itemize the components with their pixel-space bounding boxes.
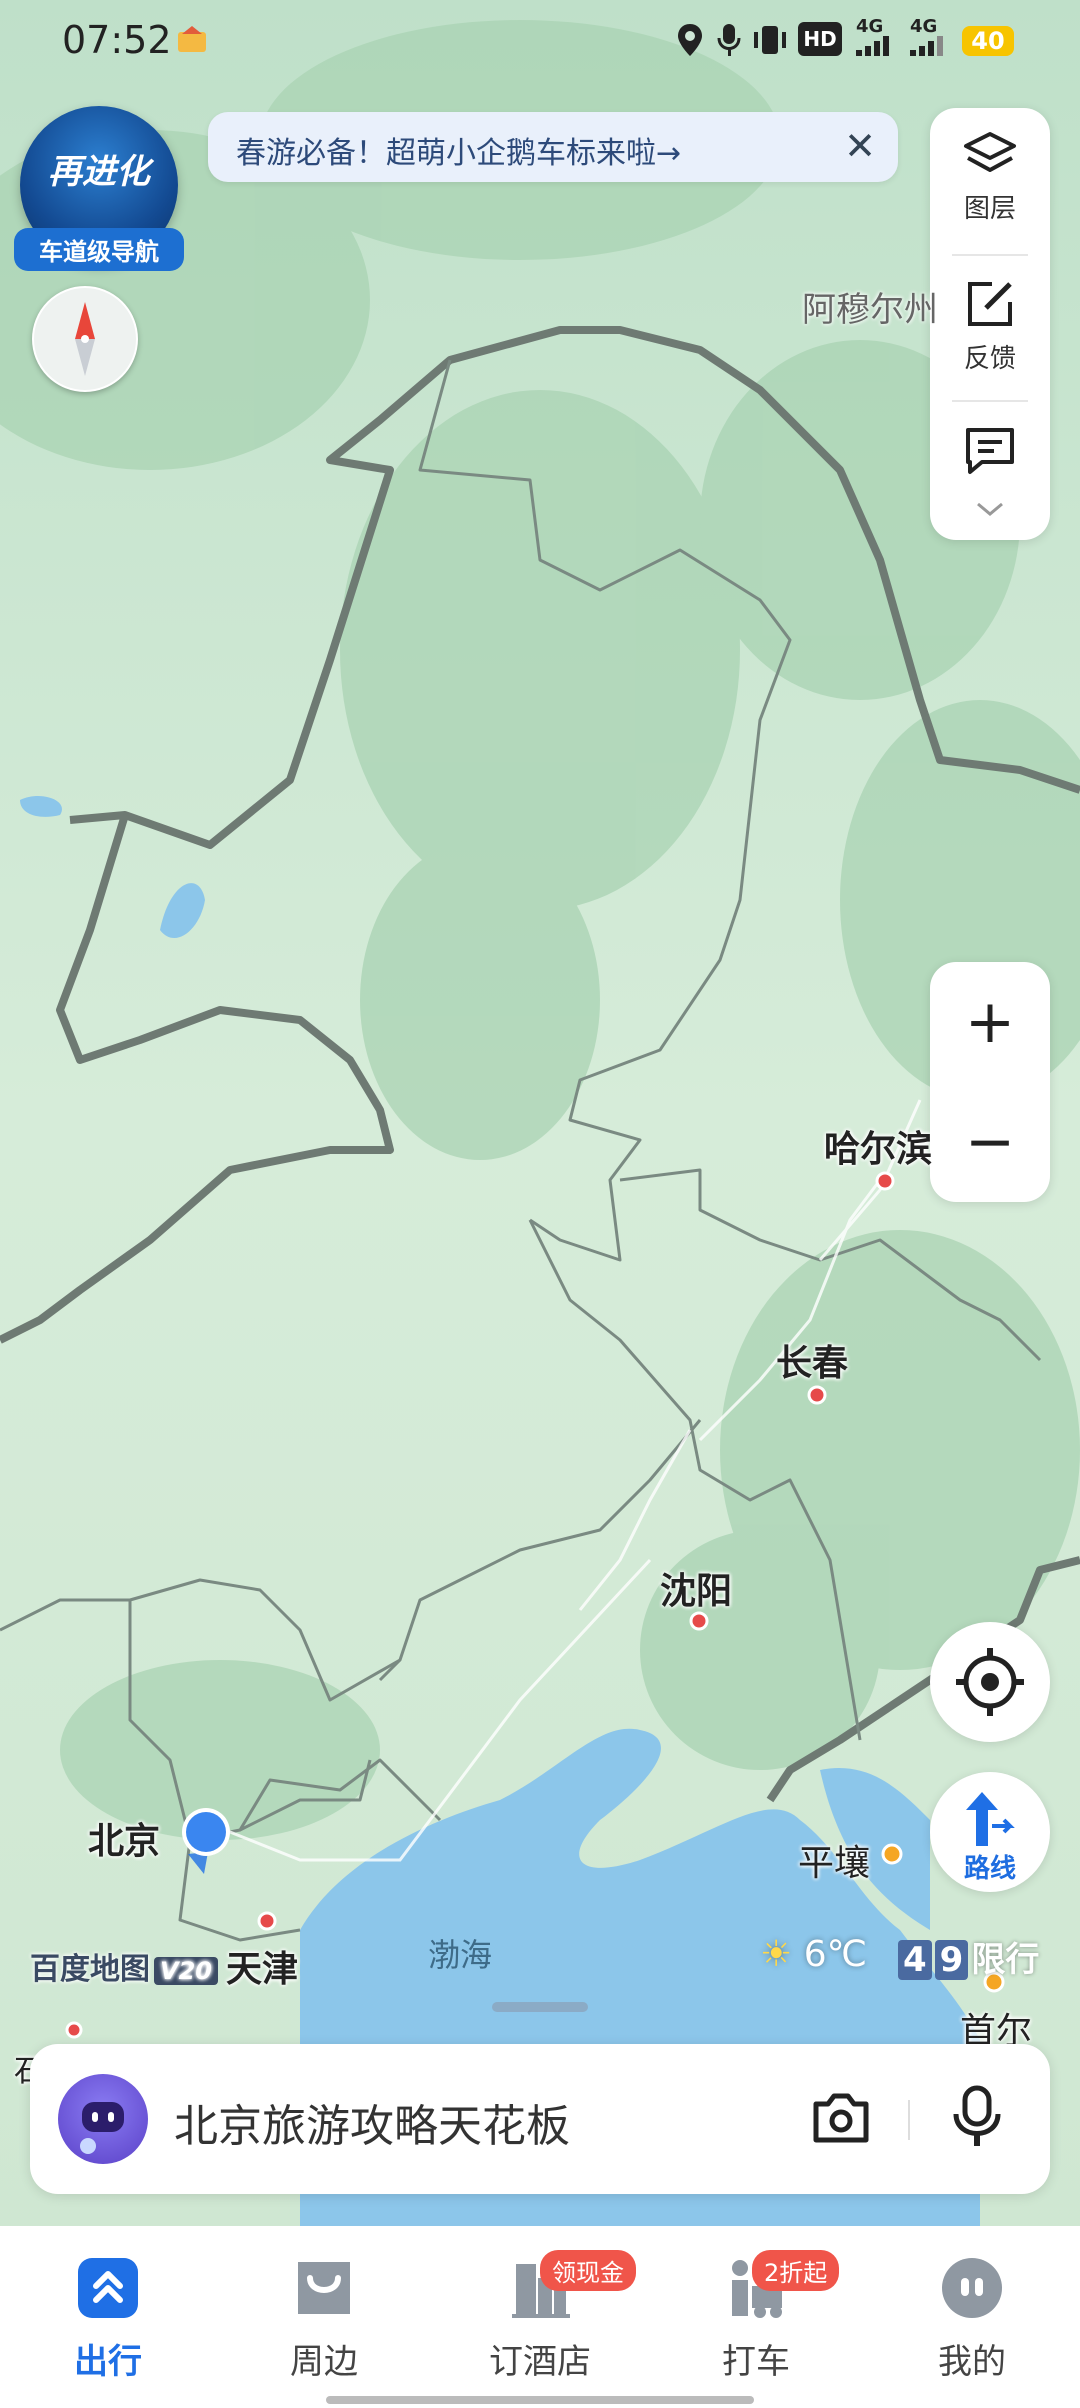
bottom-navigation: 出行 周边 领现金 订酒店 2折起 打车 我的 (0, 2226, 1080, 2408)
region-label-amur: 阿穆尔州 (802, 290, 938, 330)
drag-handle[interactable] (492, 2002, 588, 2012)
feedback-button[interactable]: 反馈 (930, 278, 1050, 375)
city-label-shenyang[interactable]: 沈阳 (660, 1562, 732, 1614)
layers-label: 图层 (963, 194, 1016, 224)
voice-search-icon[interactable] (950, 2084, 1004, 2154)
home-indicator[interactable] (326, 2396, 754, 2404)
city-marker-icon (257, 1911, 277, 1931)
zoom-in-button[interactable]: + (930, 992, 1050, 1052)
city-marker-icon (65, 2021, 83, 2039)
shopping-bag-icon (298, 2262, 350, 2314)
search-input[interactable]: 北京旅游攻略天花板 (174, 2090, 570, 2154)
battery-icon: 40 (962, 26, 1014, 56)
signal-2-icon (910, 34, 950, 60)
mic-status-icon (716, 22, 742, 62)
tab-nearby[interactable]: 周边 (244, 2256, 404, 2383)
locate-me-button[interactable] (930, 1622, 1050, 1742)
city-label-harbin[interactable]: 哈尔滨 (824, 1120, 932, 1172)
city-marker-icon (807, 1385, 827, 1405)
limit-number-1: 4 (898, 1940, 932, 1980)
tab-label: 周边 (290, 2342, 358, 2382)
weather-widget[interactable]: ☀ 6℃ (760, 1934, 867, 1975)
city-label-beijing[interactable]: 北京 (88, 1812, 160, 1864)
signal-1-icon (856, 34, 896, 60)
tab-taxi[interactable]: 2折起 打车 (676, 2250, 840, 2383)
tab-profile[interactable]: 我的 (892, 2256, 1052, 2383)
divider (952, 400, 1028, 402)
location-icon (676, 22, 704, 62)
taxi-badge: 2折起 (752, 2250, 840, 2291)
hotel-badge: 领现金 (540, 2250, 636, 2291)
city-marker-icon (875, 1171, 895, 1191)
search-bar[interactable]: 北京旅游攻略天花板 (30, 2044, 1050, 2194)
tab-label: 打车 (722, 2342, 790, 2382)
hd-icon: HD (798, 22, 842, 56)
camera-icon[interactable] (810, 2090, 872, 2150)
tab-travel[interactable]: 出行 (28, 2256, 188, 2383)
status-time: 07:52 (62, 18, 172, 62)
baidu-map-watermark: 百度地图 V20 (30, 1944, 218, 1988)
compass-icon (75, 302, 95, 376)
city-marker-icon (689, 1611, 709, 1631)
vibrate-icon (752, 22, 788, 62)
traffic-limit-widget[interactable]: 4 9 限行 (898, 1932, 1039, 1980)
tab-label: 出行 (74, 2342, 142, 2382)
limit-number-2: 9 (934, 1940, 969, 1980)
divider (908, 2100, 910, 2140)
city-label-tianjin[interactable]: 天津 (226, 1940, 298, 1992)
tab-hotel[interactable]: 领现金 订酒店 (460, 2250, 636, 2383)
ai-assistant-avatar-icon[interactable] (58, 2074, 148, 2164)
status-bar: 07:52 HD 4G 4G 40 (0, 0, 1080, 80)
zoom-out-button[interactable]: − (930, 1112, 1050, 1172)
sun-icon: ☀ (760, 1934, 793, 1975)
tab-label: 我的 (938, 2342, 1006, 2382)
my-location-marker-icon (182, 1808, 230, 1874)
expand-panel-button[interactable] (930, 500, 1050, 524)
route-label: 路线 (963, 1854, 1016, 1884)
chevron-down-icon (977, 502, 1003, 516)
feedback-label: 反馈 (963, 344, 1016, 374)
layers-button[interactable]: 图层 (930, 130, 1050, 225)
limit-label: 限行 (971, 1940, 1040, 1980)
route-arrow-icon (966, 1792, 1015, 1846)
promo-banner-text: 春游必备！超萌小企鹅车标来啦→ (236, 136, 682, 171)
tab-label: 订酒店 (489, 2342, 591, 2382)
city-label-changchun[interactable]: 长春 (776, 1334, 848, 1386)
map-canvas[interactable] (0, 0, 1080, 2230)
promo-banner[interactable]: 春游必备！超萌小企鹅车标来啦→ ✕ (208, 112, 898, 182)
locate-crosshair-icon (956, 1648, 1024, 1716)
app-notification-icon (176, 24, 208, 56)
message-icon (966, 428, 1014, 474)
sea-label-bohai: 渤海 (428, 1936, 493, 1974)
compass-button[interactable] (32, 286, 138, 392)
lane-navigation-promo[interactable]: 再进化 车道级导航 (14, 106, 184, 271)
edit-icon (968, 282, 1012, 326)
layers-icon (964, 132, 1016, 172)
promo-subtitle: 车道级导航 (14, 228, 184, 271)
divider (952, 254, 1028, 256)
weather-temp: 6℃ (803, 1934, 868, 1975)
capital-marker-icon (881, 1843, 903, 1865)
message-button[interactable] (930, 424, 1050, 480)
profile-icon (942, 2258, 1002, 2318)
route-button[interactable]: 路线 (930, 1772, 1050, 1892)
zoom-controls: + − (930, 962, 1050, 1202)
city-label-pyongyang[interactable]: 平壤 (798, 1834, 870, 1886)
banner-close-icon[interactable]: ✕ (844, 124, 876, 168)
map-tools-panel: 图层 反馈 (930, 108, 1050, 540)
watermark-text: 百度地图 (30, 1952, 150, 1987)
travel-icon (78, 2258, 138, 2318)
promo-title: 再进化 (48, 152, 150, 192)
watermark-version: V20 (154, 1957, 218, 1985)
